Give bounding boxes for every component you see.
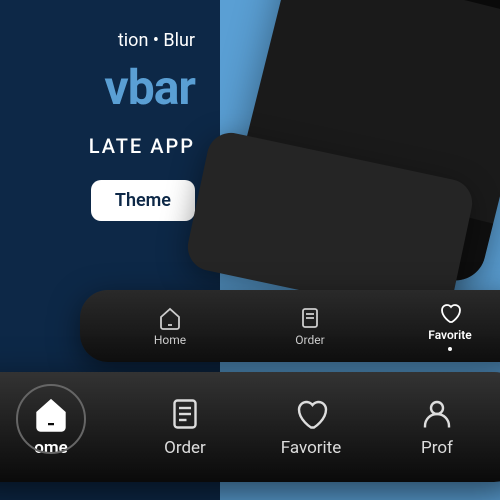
theme-button[interactable]: Theme: [91, 180, 195, 221]
nav-label: Home: [154, 333, 186, 347]
nav-label: Favorite: [428, 328, 471, 342]
active-ring: [16, 384, 86, 454]
nav-item-profile[interactable]: Prof: [374, 396, 500, 458]
nav-item-home[interactable]: Home: [100, 306, 240, 347]
nav-item-order[interactable]: Order: [122, 396, 248, 458]
nav-item-favorite[interactable]: Favorite: [380, 301, 500, 351]
nav-label: Prof: [421, 438, 453, 458]
active-indicator-dot: [448, 347, 452, 351]
nav-item-order[interactable]: Order: [240, 306, 380, 347]
profile-icon: [419, 396, 455, 432]
nav-label: Order: [295, 333, 324, 347]
nav-label: Order: [164, 438, 206, 458]
tagline-text: tion • Blur: [0, 30, 220, 51]
navbar-medium: Home Order Favorite: [80, 290, 500, 362]
subtitle-text: LATE APP: [0, 134, 220, 158]
nav-label: Favorite: [281, 438, 342, 458]
heart-icon: [438, 301, 462, 325]
heart-icon: [293, 396, 329, 432]
nav-item-home[interactable]: ome: [0, 388, 122, 466]
navbar-large: ome Order Favorite Prof: [0, 372, 500, 482]
nav-item-favorite[interactable]: Favorite: [248, 396, 374, 458]
home-icon: [158, 306, 182, 330]
order-icon: [298, 306, 322, 330]
order-icon: [167, 396, 203, 432]
product-title: vbar: [0, 59, 220, 116]
phone-header-title: - PARIS -: [292, 0, 500, 20]
